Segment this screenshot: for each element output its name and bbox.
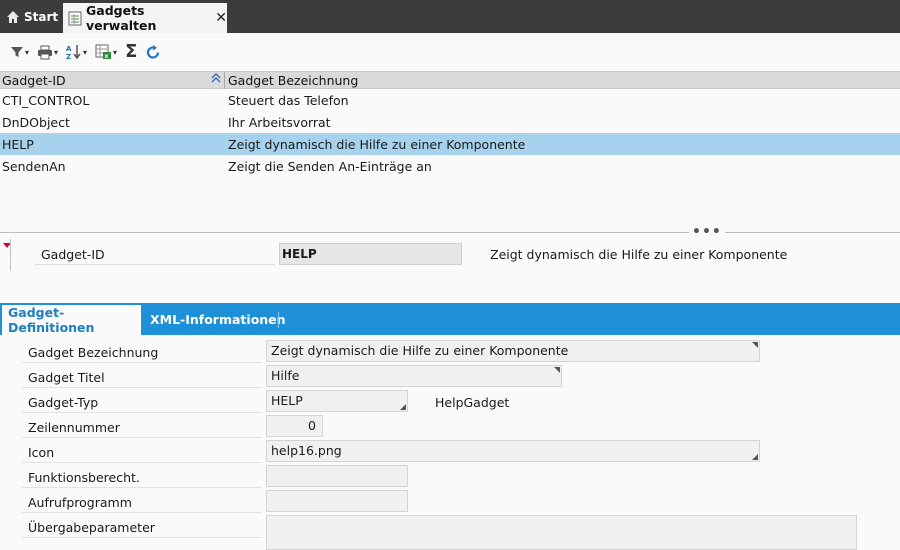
tab-active-label: Gadgets verwalten	[86, 3, 157, 33]
chevron-down-icon: ▾	[54, 47, 59, 57]
form-tab-strip: Gadget-Definitionen XML-Informationen	[0, 303, 900, 335]
export-excel-icon: x	[95, 44, 112, 60]
divider	[22, 537, 262, 538]
export-button[interactable]: x ▾	[93, 41, 119, 63]
filter-icon	[11, 47, 23, 57]
svg-text:A: A	[66, 45, 72, 53]
home-icon	[6, 10, 20, 24]
splitter-handle[interactable]: •••	[689, 224, 725, 240]
icon-value: help16.png	[271, 443, 342, 458]
cell-gadget-bezeichnung: Zeigt dynamisch die Hilfe zu einer Kompo…	[228, 137, 526, 152]
divider	[22, 387, 262, 388]
table-row[interactable]: DnDObject Ihr Arbeitsvorrat	[0, 111, 900, 133]
gadget-typ-select[interactable]: HELP	[266, 390, 408, 412]
gadget-titel-field[interactable]: Hilfe	[266, 365, 562, 387]
close-tab-icon[interactable]: ✕	[215, 10, 227, 26]
icon-field[interactable]: help16.png	[266, 440, 760, 462]
label-gadget-typ: Gadget-Typ	[28, 395, 99, 410]
divider	[35, 264, 275, 265]
cell-gadget-id: HELP	[2, 137, 34, 152]
gadget-bezeichnung-value: Zeigt dynamisch die Hilfe zu einer Kompo…	[271, 343, 569, 358]
sum-button[interactable]: Σ	[123, 41, 139, 63]
table-header: Gadget-ID Gadget Bezeichnung	[0, 71, 900, 89]
table-document-icon	[68, 11, 82, 26]
label-gadget-titel: Gadget Titel	[28, 370, 105, 385]
title-tab-bar: Start Gadgets verwalten ✕	[0, 0, 900, 33]
label-aufrufprogramm: Aufrufprogramm	[28, 495, 132, 510]
zeilennummer-field[interactable]: 0	[266, 415, 323, 437]
divider	[22, 462, 262, 463]
filter-button[interactable]: ▾	[8, 41, 31, 63]
divider	[22, 362, 262, 363]
funktionsberecht-field[interactable]	[266, 465, 408, 487]
print-button[interactable]: ▾	[35, 41, 60, 63]
gadget-typ-class: HelpGadget	[435, 395, 510, 410]
divider	[22, 487, 262, 488]
gadget-definition-form: Gadget Bezeichnung Zeigt dynamisch die H…	[0, 335, 900, 550]
gadget-titel-value: Hilfe	[271, 368, 300, 383]
sort-ascending-icon	[211, 73, 221, 86]
cell-gadget-id: SendenAn	[2, 159, 66, 174]
label-gadget-bezeichnung: Gadget Bezeichnung	[28, 345, 159, 360]
refresh-icon	[147, 44, 160, 59]
toolbar: ▾ ▾ AZ ▾ x ▾ Σ	[0, 33, 900, 71]
zeilennummer-value: 0	[308, 418, 316, 433]
field-corner-icon	[752, 342, 758, 348]
uebergabeparameter-textarea[interactable]	[266, 515, 857, 550]
divider	[22, 437, 262, 438]
cell-gadget-bezeichnung: Zeigt die Senden An-Einträge an	[228, 159, 432, 174]
column-divider[interactable]	[224, 72, 225, 89]
tab-divider	[278, 312, 279, 328]
dropdown-corner-icon	[400, 404, 406, 410]
divider	[22, 412, 262, 413]
table-row[interactable]: CTI_CONTROL Steuert das Telefon	[0, 89, 900, 111]
tab-start[interactable]: Start	[0, 0, 60, 33]
cell-gadget-bezeichnung: Ihr Arbeitsvorrat	[228, 115, 331, 130]
svg-text:x: x	[105, 53, 109, 60]
sum-icon: Σ	[125, 41, 138, 62]
field-corner-icon	[752, 454, 758, 460]
aufrufprogramm-field[interactable]	[266, 490, 408, 512]
tab-gadget-definitionen[interactable]: Gadget-Definitionen	[2, 305, 141, 335]
cell-gadget-id: CTI_CONTROL	[2, 93, 90, 108]
label-funktionsberecht: Funktionsberecht.	[28, 470, 140, 485]
table-row-selected[interactable]: HELP Zeigt dynamisch die Hilfe zu einer …	[0, 133, 900, 155]
splitter-line[interactable]	[0, 232, 900, 233]
svg-text:Z: Z	[66, 53, 71, 60]
tab-xml-informationen[interactable]: XML-Informationen	[150, 303, 286, 335]
cell-gadget-bezeichnung: Steuert das Telefon	[228, 93, 349, 108]
cell-gadget-id: DnDObject	[2, 115, 70, 130]
sort-az-icon: AZ	[66, 45, 81, 60]
label-icon: Icon	[28, 445, 55, 460]
key-gadget-id-label: Gadget-ID	[41, 247, 105, 262]
field-corner-icon	[554, 367, 560, 373]
divider	[22, 512, 262, 513]
gadget-table: Gadget-ID Gadget Bezeichnung CTI_CONTROL…	[0, 71, 900, 177]
label-zeilennummer: Zeilennummer	[28, 420, 120, 435]
chevron-down-icon: ▾	[83, 47, 88, 57]
tab-gadgets-verwalten[interactable]: Gadgets verwalten ✕	[63, 3, 227, 33]
key-section-border	[10, 239, 11, 271]
gadget-bezeichnung-field[interactable]: Zeigt dynamisch die Hilfe zu einer Kompo…	[266, 340, 760, 362]
tab-start-label: Start	[24, 9, 59, 24]
table-row[interactable]: SendenAn Zeigt die Senden An-Einträge an	[0, 155, 900, 177]
chevron-down-icon: ▾	[25, 47, 30, 57]
chevron-down-icon: ▾	[113, 47, 118, 57]
refresh-button[interactable]	[143, 41, 164, 63]
key-description: Zeigt dynamisch die Hilfe zu einer Kompo…	[490, 247, 788, 262]
sort-button[interactable]: AZ ▾	[64, 41, 89, 63]
column-header-gadget-bezeichnung[interactable]: Gadget Bezeichnung	[228, 73, 358, 88]
column-header-gadget-id[interactable]: Gadget-ID	[2, 73, 66, 88]
print-icon	[38, 45, 53, 59]
gadget-typ-value: HELP	[271, 393, 303, 408]
label-uebergabeparameter: Übergabeparameter	[28, 520, 155, 535]
key-gadget-id-field[interactable]: HELP	[279, 243, 462, 265]
